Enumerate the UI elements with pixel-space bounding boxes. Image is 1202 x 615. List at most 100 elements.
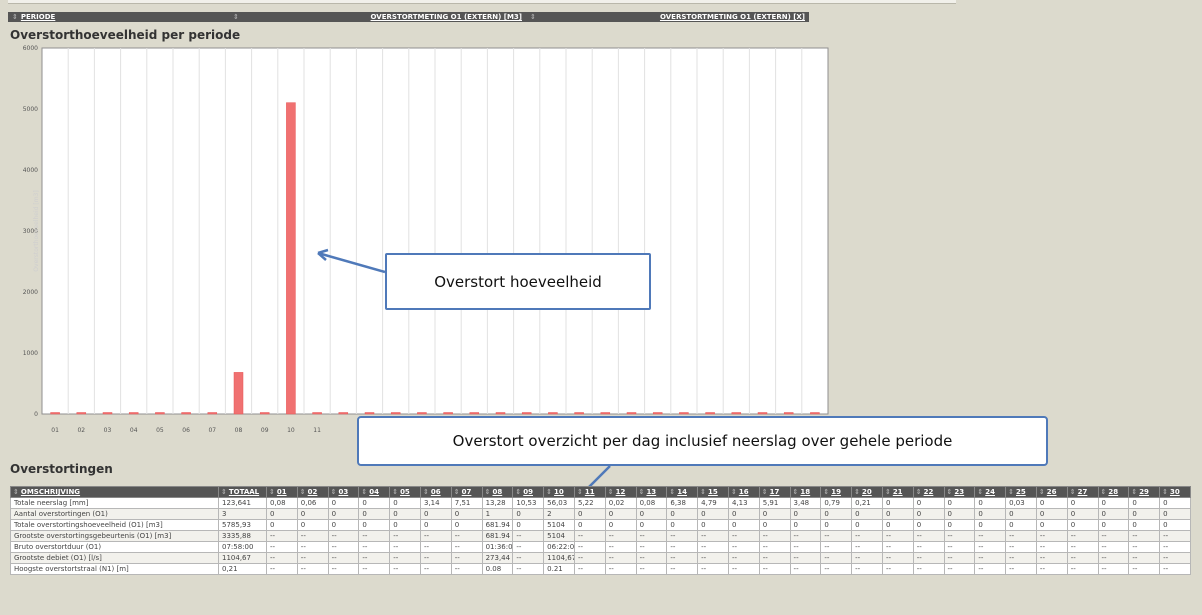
th-day-10-label[interactable]: 10 bbox=[554, 488, 564, 496]
th-day-13[interactable]: ⇕ 13 bbox=[635, 486, 668, 498]
th-day-28-label[interactable]: 28 bbox=[1108, 488, 1118, 496]
bar-26[interactable] bbox=[705, 412, 715, 415]
cell-day-11: -- bbox=[573, 563, 606, 575]
bar-14[interactable] bbox=[390, 412, 401, 415]
th-day-04-label[interactable]: 04 bbox=[369, 488, 379, 496]
th-day-20-label[interactable]: 20 bbox=[862, 488, 872, 496]
th-day-09[interactable]: ⇕ 09 bbox=[512, 486, 545, 498]
th-day-07[interactable]: ⇕ 07 bbox=[450, 486, 483, 498]
bar-15[interactable] bbox=[417, 412, 427, 415]
th-day-23-label[interactable]: 23 bbox=[954, 488, 964, 496]
th-day-19-label[interactable]: 19 bbox=[831, 488, 841, 496]
th-day-23[interactable]: ⇕ 23 bbox=[943, 486, 976, 498]
th-day-16[interactable]: ⇕ 16 bbox=[727, 486, 760, 498]
th-day-14[interactable]: ⇕ 14 bbox=[666, 486, 699, 498]
cell-day-13: -- bbox=[635, 541, 668, 553]
th-day-08-label[interactable]: 08 bbox=[492, 488, 502, 496]
th-day-11-label[interactable]: 11 bbox=[585, 488, 595, 496]
bar-07[interactable] bbox=[207, 412, 218, 415]
bar-29[interactable] bbox=[783, 412, 794, 415]
bar-19[interactable] bbox=[521, 412, 532, 415]
th-day-21[interactable]: ⇕ 21 bbox=[881, 486, 914, 498]
th-day-17[interactable]: ⇕ 17 bbox=[758, 486, 791, 498]
cell-day-13: -- bbox=[635, 552, 668, 564]
th-day-15-label[interactable]: 15 bbox=[708, 488, 718, 496]
th-day-14-label[interactable]: 14 bbox=[677, 488, 687, 496]
th-day-02[interactable]: ⇕ 02 bbox=[296, 486, 329, 498]
bar-11[interactable] bbox=[312, 412, 322, 415]
th-day-24[interactable]: ⇕ 24 bbox=[974, 486, 1007, 498]
th-omschrijving[interactable]: ⇕ OMSCHRIJVING bbox=[10, 486, 219, 498]
bar-10[interactable] bbox=[286, 102, 296, 415]
th-day-25-label[interactable]: 25 bbox=[1016, 488, 1026, 496]
bar-28[interactable] bbox=[757, 412, 768, 415]
bar-05[interactable] bbox=[155, 412, 165, 415]
th-day-18[interactable]: ⇕ 18 bbox=[789, 486, 822, 498]
bar-06[interactable] bbox=[181, 412, 191, 415]
bar-16[interactable] bbox=[443, 412, 453, 415]
th-day-29-label[interactable]: 29 bbox=[1139, 488, 1149, 496]
th-day-27[interactable]: ⇕ 27 bbox=[1066, 486, 1099, 498]
cell-day-05: 0 bbox=[389, 497, 421, 509]
th-totaal[interactable]: ⇕ TOTAAL bbox=[218, 486, 267, 498]
th-day-03[interactable]: ⇕ 03 bbox=[327, 486, 360, 498]
th-day-04[interactable]: ⇕ 04 bbox=[358, 486, 391, 498]
bar-23[interactable] bbox=[626, 412, 637, 415]
th-day-02-label[interactable]: 02 bbox=[308, 488, 318, 496]
bar-18[interactable] bbox=[495, 412, 506, 415]
bar-09[interactable] bbox=[259, 412, 270, 415]
th-day-18-label[interactable]: 18 bbox=[800, 488, 810, 496]
th-day-22[interactable]: ⇕ 22 bbox=[912, 486, 945, 498]
bar-01[interactable] bbox=[50, 412, 60, 415]
th-day-28[interactable]: ⇕ 28 bbox=[1097, 486, 1130, 498]
th-day-19[interactable]: ⇕ 19 bbox=[820, 486, 853, 498]
x-tick-04: 04 bbox=[130, 427, 138, 434]
bar-08[interactable] bbox=[233, 372, 244, 415]
th-day-24-label[interactable]: 24 bbox=[985, 488, 995, 496]
th-day-05-label[interactable]: 05 bbox=[400, 488, 410, 496]
bar-24[interactable] bbox=[652, 412, 663, 415]
th-day-29[interactable]: ⇕ 29 bbox=[1128, 486, 1161, 498]
bar-25[interactable] bbox=[679, 412, 689, 415]
th-day-08[interactable]: ⇕ 08 bbox=[481, 486, 514, 498]
bar-13[interactable] bbox=[364, 412, 375, 415]
th-totaal-label[interactable]: TOTAAL bbox=[229, 488, 259, 496]
th-day-26[interactable]: ⇕ 26 bbox=[1035, 486, 1068, 498]
th-day-09-label[interactable]: 09 bbox=[523, 488, 533, 496]
bar-30[interactable] bbox=[810, 412, 820, 415]
bar-03[interactable] bbox=[102, 412, 113, 415]
th-day-16-label[interactable]: 16 bbox=[739, 488, 749, 496]
th-day-13-label[interactable]: 13 bbox=[646, 488, 656, 496]
th-day-03-label[interactable]: 03 bbox=[338, 488, 348, 496]
th-day-17-label[interactable]: 17 bbox=[770, 488, 780, 496]
bar-17[interactable] bbox=[469, 412, 480, 415]
th-day-06[interactable]: ⇕ 06 bbox=[419, 486, 452, 498]
th-day-27-label[interactable]: 27 bbox=[1078, 488, 1088, 496]
th-day-26-label[interactable]: 26 bbox=[1047, 488, 1057, 496]
th-day-22-label[interactable]: 22 bbox=[924, 488, 934, 496]
bar-21[interactable] bbox=[574, 412, 584, 415]
bar-27[interactable] bbox=[731, 412, 742, 415]
th-day-12-label[interactable]: 12 bbox=[616, 488, 626, 496]
th-day-20[interactable]: ⇕ 20 bbox=[851, 486, 883, 498]
th-omschrijving-label[interactable]: OMSCHRIJVING bbox=[21, 488, 80, 496]
th-day-21-label[interactable]: 21 bbox=[893, 488, 903, 496]
bar-04[interactable] bbox=[128, 412, 139, 415]
th-day-01[interactable]: ⇕ 01 bbox=[266, 486, 298, 498]
th-day-12[interactable]: ⇕ 12 bbox=[604, 486, 637, 498]
th-day-05[interactable]: ⇕ 05 bbox=[389, 486, 421, 498]
th-day-30[interactable]: ⇕ 30 bbox=[1159, 486, 1191, 498]
bar-22[interactable] bbox=[600, 412, 611, 415]
th-day-07-label[interactable]: 07 bbox=[462, 488, 472, 496]
th-day-01-label[interactable]: 01 bbox=[277, 488, 287, 496]
bar-20[interactable] bbox=[548, 412, 558, 415]
th-day-10[interactable]: ⇕ 10 bbox=[543, 486, 575, 498]
th-day-15[interactable]: ⇕ 15 bbox=[697, 486, 729, 498]
th-day-11[interactable]: ⇕ 11 bbox=[573, 486, 606, 498]
th-day-25[interactable]: ⇕ 25 bbox=[1005, 486, 1037, 498]
th-day-30-label[interactable]: 30 bbox=[1170, 488, 1180, 496]
bar-02[interactable] bbox=[76, 412, 87, 415]
bar-12[interactable] bbox=[338, 412, 349, 415]
th-day-06-label[interactable]: 06 bbox=[431, 488, 441, 496]
cell-day-08: 01:36:00 bbox=[481, 541, 514, 553]
